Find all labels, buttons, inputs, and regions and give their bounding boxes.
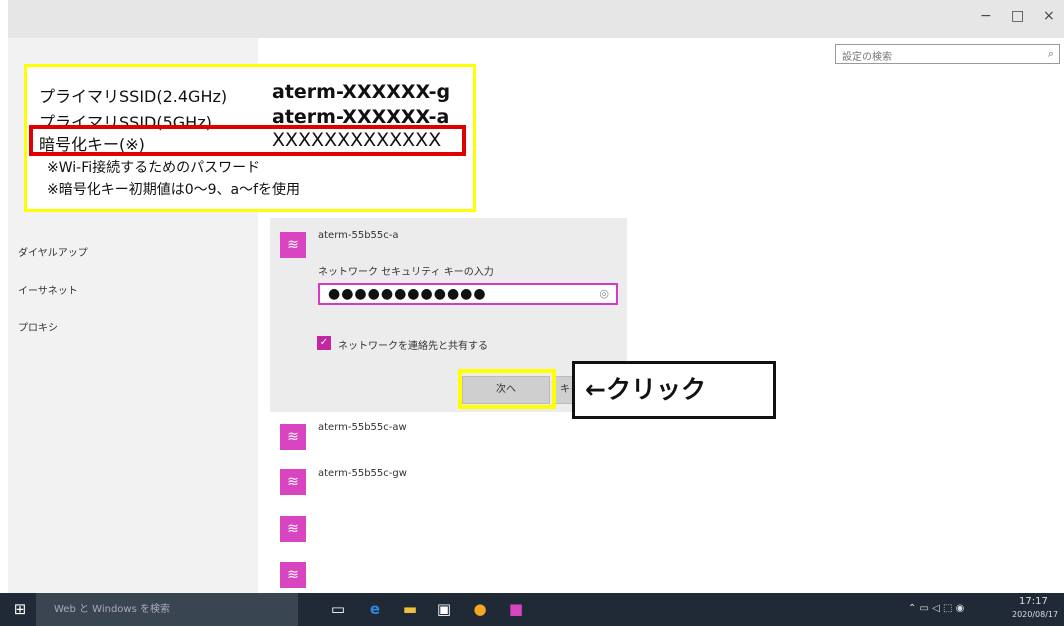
- nav-item-ethernet[interactable]: イーサネット: [18, 282, 78, 297]
- security-key-input[interactable]: ●●●●●●●●●●●● ◎: [318, 283, 618, 305]
- wifi-icon: ≋: [280, 232, 306, 258]
- file-explorer-icon[interactable]: ▬: [400, 599, 420, 619]
- close-button[interactable]: ×: [1043, 8, 1055, 24]
- taskbar-search[interactable]: Web と Windows を検索: [36, 593, 298, 626]
- taskbar: ⊞ Web と Windows を検索 ▭ e ▬ ▣ ● ■ ⌃ ▭ ◁ ⬚ …: [0, 593, 1064, 626]
- search-placeholder: 設定の検索: [842, 52, 892, 63]
- chrome-icon[interactable]: ●: [470, 599, 490, 619]
- note-password: ※Wi-Fi接続するためのパスワード: [47, 160, 261, 176]
- wifi-icon: ≋: [280, 469, 306, 495]
- next-highlight: [458, 369, 556, 409]
- share-checkbox[interactable]: ✓: [317, 336, 331, 350]
- network-ssid[interactable]: aterm-55b55c-a: [318, 230, 399, 241]
- security-key-prompt: ネットワーク セキュリティ キーの入力: [318, 267, 494, 278]
- title-bar: − □ ×: [8, 0, 1064, 38]
- share-label: ネットワークを連絡先と共有する: [338, 341, 488, 352]
- note-key-chars: ※暗号化キー初期値は0～9、a～fを使用: [47, 182, 301, 198]
- maximize-button[interactable]: □: [1011, 8, 1024, 24]
- password-mask: ●●●●●●●●●●●●: [328, 286, 487, 302]
- store-icon[interactable]: ▣: [434, 599, 454, 619]
- windows-start-icon[interactable]: ⊞: [10, 599, 30, 619]
- key-highlight: [29, 125, 466, 156]
- network-ssid[interactable]: aterm-55b55c-gw: [318, 468, 407, 479]
- clock-time[interactable]: 17:17: [1019, 596, 1048, 607]
- settings-app-icon[interactable]: ■: [506, 599, 526, 619]
- clock-date[interactable]: 2020/08/17: [1012, 610, 1058, 619]
- click-callout: ←クリック: [572, 361, 776, 419]
- minimize-button[interactable]: −: [980, 8, 992, 24]
- nav-item-dialup[interactable]: ダイヤルアップ: [18, 244, 88, 259]
- edge-icon[interactable]: e: [365, 599, 385, 619]
- wifi-icon: ≋: [280, 516, 306, 542]
- network-ssid[interactable]: aterm-55b55c-aw: [318, 422, 407, 433]
- nav-item-proxy[interactable]: プロキシ: [18, 319, 58, 334]
- task-view-icon[interactable]: ▭: [328, 599, 348, 619]
- search-icon: ⌕: [1047, 47, 1054, 60]
- reveal-password-icon[interactable]: ◎: [599, 285, 610, 303]
- settings-search-input[interactable]: 設定の検索 ⌕: [835, 44, 1060, 64]
- tray-icons[interactable]: ⌃ ▭ ◁ ⬚ ◉: [908, 603, 964, 614]
- wifi-icon: ≋: [280, 562, 306, 588]
- ssid24-label: プライマリSSID(2.4GHz): [39, 87, 228, 106]
- wifi-icon: ≋: [280, 424, 306, 450]
- ssid24-value: aterm-XXXXXX-g: [272, 81, 451, 103]
